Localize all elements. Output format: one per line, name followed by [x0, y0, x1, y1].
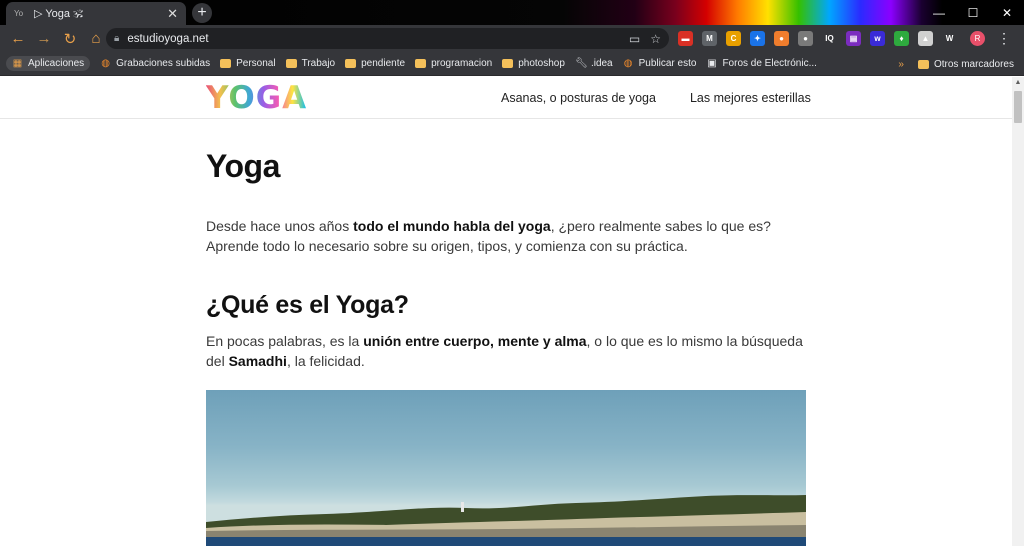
definition-text-end: , la felicidad. — [286, 353, 365, 369]
cast-icon[interactable]: ▭ — [629, 32, 640, 46]
intro-text: Desde hace unos años — [206, 218, 354, 234]
folder-icon — [285, 59, 297, 68]
bookmark-label: Grabaciones subidas — [116, 58, 211, 69]
page-title: Yoga — [206, 148, 280, 184]
menu-dots-icon[interactable]: ⋮ — [997, 30, 1011, 47]
intro-paragraph: Desde hace unos años todo el mundo habla… — [206, 216, 806, 256]
site-nav: Asanas, o posturas de yoga Las mejores e… — [501, 91, 845, 105]
bookmark-label: photoshop — [518, 58, 565, 69]
gmail-icon[interactable]: M — [702, 31, 717, 46]
pdf-icon[interactable]: ▬ — [678, 31, 693, 46]
apps-grid-icon: ▦ — [12, 58, 23, 69]
definition-bold: unión entre cuerpo, mente y alma — [363, 333, 587, 349]
puzzle-blue-icon[interactable]: ✦ — [750, 31, 765, 46]
window-titlebar: Yo ▷ Yoga 🕉 ✕ + — ☐ ✕ — [0, 0, 1024, 25]
window-controls: — ☐ ✕ — [922, 0, 1024, 25]
home-icon[interactable]: ⌂ — [84, 30, 108, 47]
scroll-thumb[interactable] — [1014, 91, 1022, 123]
bookmark-8[interactable]: ◍ Publicar esto — [623, 58, 697, 69]
bookmark-5[interactable]: programacion — [415, 58, 492, 69]
bookmark-4[interactable]: pendiente — [345, 58, 405, 69]
tab-favicon-icon: Yo — [14, 9, 24, 18]
nav-link-asanas[interactable]: Asanas, o posturas de yoga — [501, 91, 656, 105]
minimize-icon[interactable]: — — [922, 0, 956, 25]
wrench-icon: 🔧︎ — [574, 58, 588, 69]
coastline-landscape — [206, 495, 806, 546]
globe-icon: ◍ — [623, 58, 633, 69]
bookmark-0[interactable]: ▦ Aplicaciones — [6, 56, 91, 71]
gray-circle-icon[interactable]: ● — [798, 31, 813, 46]
tab-title: ▷ Yoga 🕉 — [34, 7, 83, 20]
tab-close-icon[interactable]: ✕ — [167, 6, 178, 22]
close-window-icon[interactable]: ✕ — [990, 0, 1024, 25]
bookmark-6[interactable]: photoshop — [502, 58, 565, 69]
wf-icon[interactable]: W — [942, 31, 957, 46]
bookmark-label: .idea — [590, 58, 613, 69]
folder-icon — [415, 59, 427, 68]
folder-icon — [917, 59, 929, 69]
iq-icon[interactable]: IQ — [822, 31, 837, 46]
bookmark-label: Otros marcadores — [933, 58, 1014, 70]
green-leaf-icon[interactable]: ♦ — [894, 31, 909, 46]
profile-avatar[interactable]: R — [970, 31, 985, 46]
address-bar[interactable]: 🔒︎ estudioyoga.net ▭ ☆ — [106, 28, 669, 49]
samadhi-bold: Samadhi — [228, 353, 287, 369]
forward-icon[interactable]: → — [32, 30, 56, 47]
extensions-bar: ▬ M C ✦ ● ● IQ ▤ w ♦ ▲ W R ⋮ — [678, 30, 1011, 47]
nav-link-esterillas[interactable]: Las mejores esterillas — [690, 91, 811, 105]
bookmark-3[interactable]: Trabajo — [285, 58, 336, 69]
orange-circle-icon[interactable]: ● — [774, 31, 789, 46]
bookmark-label: Publicar esto — [638, 58, 697, 69]
forum-icon: ▣ — [707, 58, 717, 69]
globe-icon: ◍ — [101, 58, 111, 69]
bookmark-label: Foros de Electrónic... — [722, 58, 817, 69]
folder-icon — [345, 59, 357, 68]
bookmark-label: Personal — [236, 58, 276, 69]
bookmark-label: programacion — [431, 58, 493, 69]
bookmark-label: Aplicaciones — [28, 58, 85, 69]
site-logo[interactable]: YOGA — [206, 83, 307, 114]
purple-box-icon[interactable]: ▤ — [846, 31, 861, 46]
bookmark-star-icon[interactable]: ☆ — [650, 32, 661, 46]
section-title: ¿Qué es el Yoga? — [206, 291, 409, 319]
back-icon[interactable]: ← — [6, 30, 30, 47]
folder-icon — [502, 59, 514, 68]
bookmark-7[interactable]: 🔧︎ .idea — [575, 58, 613, 69]
url-text[interactable]: estudioyoga.net — [127, 33, 619, 45]
bookmark-label: Trabajo — [301, 58, 336, 69]
new-tab-button[interactable]: + — [192, 3, 212, 23]
hero-image — [206, 390, 806, 546]
bookmarks-overflow-icon[interactable]: » — [898, 59, 904, 70]
bookmarks-right: » Otros marcadores — [898, 52, 1014, 76]
page-scrollbar[interactable]: ▲ — [1012, 77, 1024, 546]
bookmark-2[interactable]: Personal — [220, 58, 276, 69]
bookmark-1[interactable]: ◍ Grabaciones subidas — [100, 58, 210, 69]
article: Yoga Desde hace unos años todo el mundo … — [206, 119, 806, 371]
bookmark-other[interactable]: Otros marcadores — [917, 58, 1014, 70]
browser-tab[interactable]: Yo ▷ Yoga 🕉 ✕ — [6, 2, 186, 25]
wave-icon[interactable]: w — [870, 31, 885, 46]
bookmark-label: pendiente — [361, 58, 406, 69]
bookmark-9[interactable]: ▣ Foros de Electrónic... — [706, 58, 817, 69]
maximize-icon[interactable]: ☐ — [956, 0, 990, 25]
definition-text: En pocas palabras, es la — [206, 333, 364, 349]
lock-icon[interactable]: 🔒︎ — [114, 33, 119, 44]
definition-paragraph: En pocas palabras, es la unión entre cue… — [206, 331, 806, 371]
scroll-up-icon[interactable]: ▲ — [1012, 77, 1024, 89]
coin-icon[interactable]: C — [726, 31, 741, 46]
page-viewport: YOGA Asanas, o posturas de yoga Las mejo… — [0, 77, 1012, 546]
bookmarks-bar: ▦ Aplicaciones ◍ Grabaciones subidas Persona… — [0, 52, 1024, 76]
browser-toolbar: ← → ↻ ⌂ 🔒︎ estudioyoga.net ▭ ☆ ▬ M C ✦ ● ● IQ ▤… — [0, 25, 1024, 52]
site-header: YOGA Asanas, o posturas de yoga Las mejo… — [0, 77, 1012, 119]
intro-bold: todo el mundo habla del yoga — [353, 218, 551, 234]
photo-icon[interactable]: ▲ — [918, 31, 933, 46]
folder-icon — [220, 59, 232, 68]
reload-icon[interactable]: ↻ — [58, 30, 82, 48]
